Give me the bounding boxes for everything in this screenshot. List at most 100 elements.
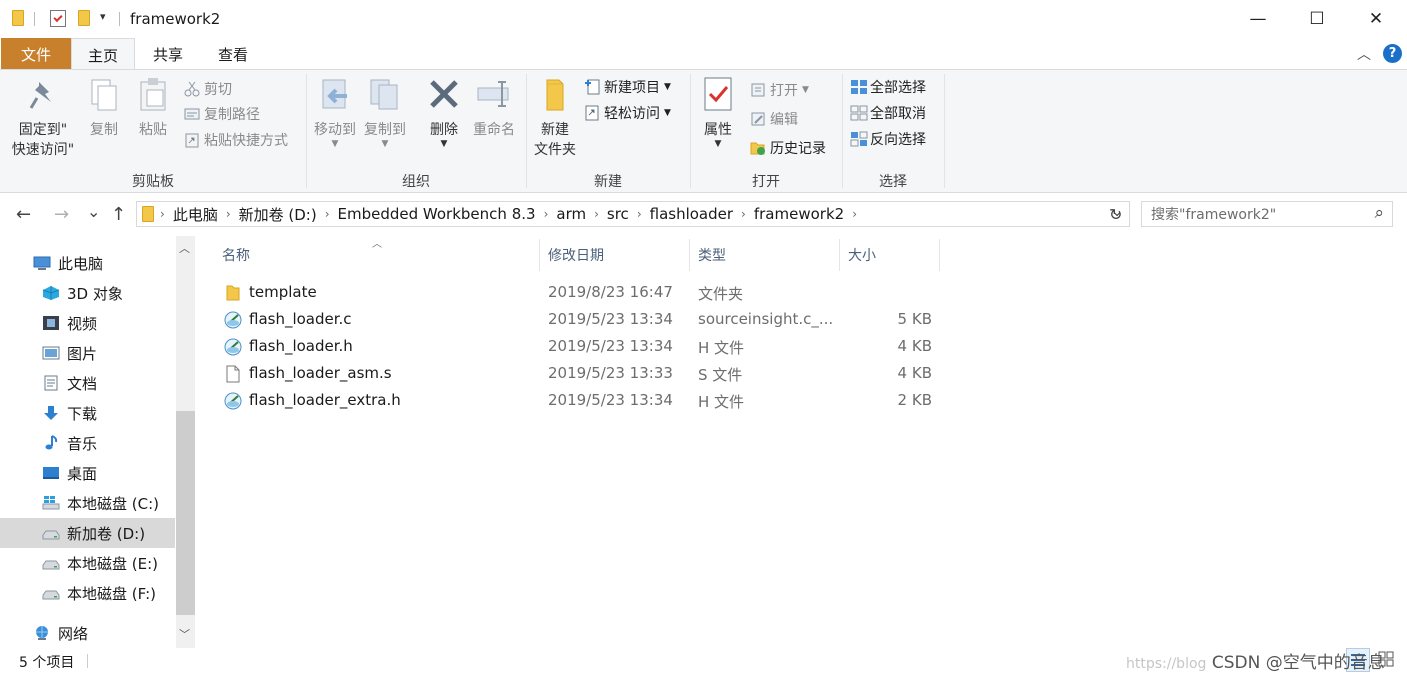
scissors-icon <box>184 81 200 97</box>
minimize-button[interactable]: — <box>1229 0 1287 38</box>
dropdown-arrow-icon: ▼ <box>381 139 389 149</box>
maximize-button[interactable]: ☐ <box>1288 0 1346 38</box>
back-button[interactable]: ← <box>16 204 31 225</box>
history-button[interactable]: 历史记录 <box>750 137 826 159</box>
invert-selection-button[interactable]: 反向选择 <box>850 128 926 150</box>
sidebar-item-desktop[interactable]: 桌面 <box>0 458 175 488</box>
paste-shortcut-button[interactable]: 粘贴快捷方式 <box>184 129 288 151</box>
breadcrumb-separator[interactable]: › <box>850 207 859 221</box>
new-folder-button[interactable]: 新建 文件夹 <box>530 76 580 160</box>
sidebar-item-downloads[interactable]: 下载 <box>0 398 175 428</box>
properties-label: 属性 <box>704 122 732 138</box>
breadcrumb-item[interactable]: Embedded Workbench 8.3 <box>332 205 542 223</box>
copy-button[interactable]: 复制 <box>84 76 124 140</box>
breadcrumb-item[interactable]: flashloader <box>644 205 739 223</box>
recent-locations-button[interactable]: ⌄ <box>87 202 100 221</box>
select-all-button[interactable]: 全部选择 <box>850 76 926 98</box>
sidebar-item-pictures[interactable]: 图片 <box>0 338 175 368</box>
new-folder-quick-icon[interactable] <box>78 10 90 26</box>
sidebar-item-drive-f[interactable]: 本地磁盘 (F:) <box>0 578 175 608</box>
open-button[interactable]: 打开 ▼ <box>750 79 809 101</box>
select-all-label: 全部选择 <box>870 80 926 96</box>
file-row-template[interactable]: template 2019/8/23 16:47 文件夹 <box>200 279 1200 306</box>
column-header-modified[interactable]: 修改日期 <box>540 239 690 271</box>
customize-quick-access-icon[interactable]: ▾ <box>100 10 106 23</box>
select-none-button[interactable]: 全部取消 <box>850 102 926 124</box>
column-header-name[interactable]: 名称 <box>214 239 540 271</box>
network-icon <box>33 625 51 641</box>
copy-to-button[interactable]: 复制到 ▼ <box>362 76 408 149</box>
sidebar-item-drive-d[interactable]: 新加卷 (D:) <box>0 518 175 548</box>
pin-to-quick-access-button[interactable]: 固定到" 快速访问" <box>8 76 78 160</box>
file-row-flash-loader-h[interactable]: flash_loader.h 2019/5/23 13:34 H 文件 4 KB <box>200 333 1200 360</box>
breadcrumb-separator[interactable]: › <box>635 207 644 221</box>
sidebar-item-3d-objects[interactable]: 3D 对象 <box>0 278 175 308</box>
sidebar-item-network[interactable]: 网络 <box>0 618 175 648</box>
column-header-size[interactable]: 大小 <box>840 239 940 271</box>
tab-file[interactable]: 文件 <box>1 38 71 70</box>
properties-button[interactable]: 属性 ▼ <box>700 76 736 149</box>
easy-access-button[interactable]: 轻松访问 ▼ <box>584 102 671 124</box>
divider <box>34 12 35 26</box>
breadcrumb-separator: › <box>160 207 165 221</box>
sidebar-item-music[interactable]: 音乐 <box>0 428 175 458</box>
scroll-up-icon[interactable]: ︿ <box>179 240 190 256</box>
group-label-organize: 组织 <box>402 174 430 190</box>
group-label-new: 新建 <box>594 174 622 190</box>
new-item-button[interactable]: 新建项目 ▼ <box>584 76 671 98</box>
sidebar-item-this-pc[interactable]: 此电脑 <box>0 248 175 278</box>
move-to-button[interactable]: 移动到 ▼ <box>312 76 358 149</box>
sidebar-item-drive-e[interactable]: 本地磁盘 (E:) <box>0 548 175 578</box>
paste-button[interactable]: 粘贴 <box>133 76 173 140</box>
forward-button[interactable]: → <box>54 204 69 225</box>
breadcrumb-separator[interactable]: › <box>224 207 233 221</box>
breadcrumb-separator[interactable]: › <box>592 207 601 221</box>
copy-path-icon <box>184 106 200 122</box>
edit-button[interactable]: 编辑 <box>750 108 798 130</box>
sidebar-item-drive-c[interactable]: 本地磁盘 (C:) <box>0 488 175 518</box>
help-icon[interactable]: ? <box>1383 44 1402 63</box>
item-count: 5 个项目 <box>19 655 75 671</box>
file-size: 2 KB <box>897 391 932 409</box>
breadcrumb-item[interactable]: framework2 <box>748 205 850 223</box>
file-row-flash-loader-extra-h[interactable]: flash_loader_extra.h 2019/5/23 13:34 H 文… <box>200 387 1200 414</box>
copy-to-icon <box>367 76 403 114</box>
breadcrumb-separator[interactable]: › <box>323 207 332 221</box>
sidebar-item-videos[interactable]: 视频 <box>0 308 175 338</box>
sidebar-scrollbar-thumb[interactable] <box>176 411 195 615</box>
column-header-type[interactable]: 类型 <box>690 239 840 271</box>
minimize-icon: — <box>1249 9 1267 29</box>
breadcrumb-item[interactable]: src <box>601 205 635 223</box>
dropdown-arrow-icon: ▼ <box>664 82 671 92</box>
up-button[interactable]: ↑ <box>111 204 126 225</box>
collapse-ribbon-icon[interactable]: ︿ <box>1357 44 1371 64</box>
properties-quick-icon[interactable] <box>50 10 66 27</box>
sidebar-item-label: 图片 <box>67 344 98 363</box>
copy-path-label: 复制路径 <box>204 107 260 123</box>
copy-path-button[interactable]: 复制路径 <box>184 103 260 125</box>
tab-view[interactable]: 查看 <box>202 38 264 70</box>
breadcrumb-separator[interactable]: › <box>542 207 551 221</box>
search-input[interactable]: 搜索"framework2" ⌕ <box>1141 201 1393 227</box>
cut-button[interactable]: 剪切 <box>184 78 232 100</box>
close-button[interactable]: ✕ <box>1347 0 1405 38</box>
copy-icon <box>86 76 122 114</box>
breadcrumb-separator[interactable]: › <box>739 207 748 221</box>
scroll-down-icon[interactable]: ﹀ <box>179 626 190 642</box>
rename-button[interactable]: 重命名 <box>470 76 518 140</box>
edit-label: 编辑 <box>770 112 798 128</box>
file-row-flash-loader-asm-s[interactable]: flash_loader_asm.s 2019/5/23 13:33 S 文件 … <box>200 360 1200 387</box>
delete-button[interactable]: 删除 ▼ <box>424 76 464 149</box>
file-name: flash_loader.c <box>249 310 352 328</box>
file-row-flash-loader-c[interactable]: flash_loader.c 2019/5/23 13:34 sourceins… <box>200 306 1200 333</box>
sidebar-item-documents[interactable]: 文档 <box>0 368 175 398</box>
select-all-icon <box>850 79 867 95</box>
tab-home[interactable]: 主页 <box>71 38 135 71</box>
search-icon[interactable]: ⌕ <box>1374 203 1384 223</box>
breadcrumb-item[interactable]: 新加卷 (D:) <box>233 204 323 225</box>
refresh-icon[interactable]: ↻ <box>1109 205 1122 224</box>
breadcrumb-item[interactable]: 此电脑 <box>167 204 224 225</box>
address-bar[interactable]: › 此电脑 › 新加卷 (D:) › Embedded Workbench 8.… <box>136 201 1130 227</box>
breadcrumb-item[interactable]: arm <box>550 205 592 223</box>
tab-share[interactable]: 共享 <box>137 38 199 70</box>
